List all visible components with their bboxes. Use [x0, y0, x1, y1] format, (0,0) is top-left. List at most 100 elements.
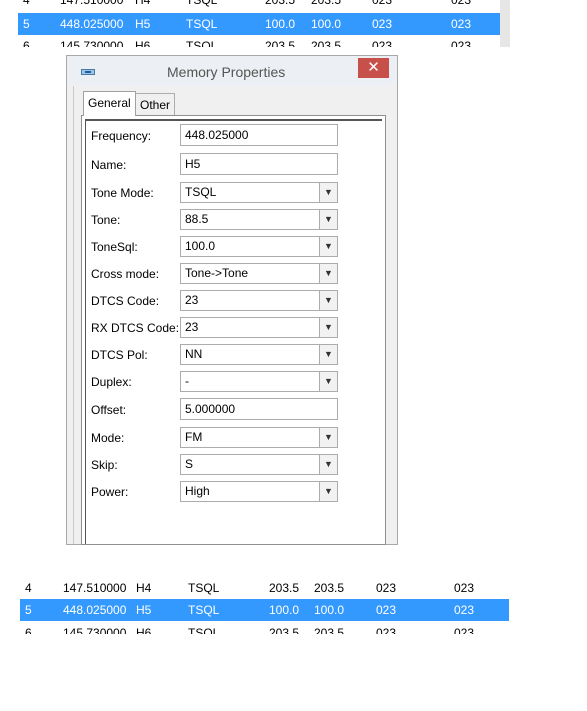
dialog-title: Memory Properties [167, 64, 286, 80]
frequency-cell: 145.730000 [60, 39, 124, 47]
tone-cell: 203.5 [269, 626, 300, 634]
tone-mode-cell: TSQL [186, 39, 218, 47]
dtcs-cell: 023 [376, 581, 397, 595]
dtcs-code-value: 23 [185, 293, 199, 307]
dtcs-code-select[interactable]: 23 ▼ [180, 290, 338, 311]
tonesql-label: ToneSql: [91, 240, 138, 254]
row-number: 6 [25, 626, 32, 634]
memory-properties-dialog: Memory Properties ✕ General Other Freque… [66, 55, 398, 545]
tone-mode-cell: TSQL [188, 581, 220, 595]
tone-mode-cell: TSQL [188, 603, 220, 617]
duplex-label: Duplex: [91, 375, 132, 389]
tonesql-cell: 100.0 [311, 17, 342, 31]
tab-general-label: General [88, 96, 131, 110]
tone-value: 88.5 [185, 212, 209, 226]
chevron-down-icon[interactable]: ▼ [319, 183, 337, 202]
skip-value: S [185, 457, 194, 471]
dtcs-pol-select[interactable]: NN ▼ [180, 344, 338, 365]
dialog-titlebar[interactable]: Memory Properties ✕ [67, 56, 397, 86]
rx-dtcs-code-value: 23 [185, 320, 199, 334]
frequency-cell: 145.730000 [63, 626, 127, 634]
panel-divider [85, 119, 86, 544]
power-select[interactable]: High ▼ [180, 481, 338, 502]
mode-select[interactable]: FM ▼ [180, 427, 338, 448]
tab-other-label: Other [140, 98, 171, 112]
frequency-cell: 147.510000 [63, 581, 127, 595]
name-field[interactable]: H5 [180, 153, 338, 175]
rx-dtcs-code-label: RX DTCS Code: [91, 321, 180, 335]
frequency-field[interactable]: 448.025000 [180, 124, 338, 146]
tab-other[interactable]: Other [135, 93, 176, 115]
table-row[interactable]: 4 147.510000 H4 TSQL 203.5 203.5 023 023 [18, 0, 510, 11]
chevron-down-icon[interactable]: ▼ [319, 455, 337, 474]
close-button[interactable]: ✕ [358, 58, 389, 78]
row-number: 4 [23, 0, 30, 7]
app-icon [81, 69, 95, 75]
tone-cell: 203.5 [265, 39, 296, 47]
tone-cell: 203.5 [265, 0, 296, 7]
cross-mode-value: Tone->Tone [185, 266, 249, 280]
tonesql-select[interactable]: 100.0 ▼ [180, 236, 338, 257]
chevron-down-icon[interactable]: ▼ [319, 318, 337, 337]
tonesql-cell: 203.5 [314, 626, 345, 634]
dtcs-cell: 023 [376, 626, 397, 634]
table-row-selected[interactable]: 5 448.025000 H5 TSQL 100.0 100.0 023 023 [18, 13, 510, 35]
chevron-down-icon[interactable]: ▼ [319, 264, 337, 283]
offset-label: Offset: [91, 403, 127, 417]
chevron-down-icon[interactable]: ▼ [319, 428, 337, 447]
table-row[interactable]: 4 147.510000 H4 TSQL 203.5 203.5 023 023 [20, 578, 509, 599]
dialog-divider [73, 86, 74, 544]
panel-divider [85, 119, 382, 121]
frequency-cell: 147.510000 [60, 0, 124, 7]
row-number: 6 [23, 39, 30, 47]
name-cell: H5 [135, 17, 151, 31]
table-row-selected[interactable]: 5 448.025000 H5 TSQL 100.0 100.0 023 023 [20, 599, 509, 621]
tone-cell: 203.5 [269, 581, 300, 595]
chevron-down-icon[interactable]: ▼ [319, 291, 337, 310]
name-cell: H4 [136, 581, 152, 595]
tonesql-cell: 100.0 [314, 603, 345, 617]
dtcs-pol-label: DTCS Pol: [91, 348, 148, 362]
dtcs-cell: 023 [376, 603, 397, 617]
tone-label: Tone: [91, 213, 121, 227]
tone-mode-cell: TSQL [186, 0, 218, 7]
table-row[interactable]: 6 145.730000 H6 TSQL 203.5 203.5 023 023 [18, 35, 510, 47]
mode-label: Mode: [91, 431, 125, 445]
power-label: Power: [91, 485, 129, 499]
table-row[interactable]: 6 145.730000 H6 TSQL 203.5 203.5 023 023 [20, 622, 509, 634]
cross-mode-select[interactable]: Tone->Tone ▼ [180, 263, 338, 284]
chevron-down-icon[interactable]: ▼ [319, 372, 337, 391]
tone-mode-select[interactable]: TSQL ▼ [180, 182, 338, 203]
tonesql-cell: 203.5 [314, 581, 345, 595]
tone-mode-cell: TSQL [186, 17, 218, 31]
dtcs-cell: 023 [372, 0, 393, 7]
chevron-down-icon[interactable]: ▼ [319, 237, 337, 256]
offset-field[interactable]: 5.000000 [180, 398, 338, 420]
rx-dtcs-cell: 023 [451, 0, 472, 7]
dtcs-cell: 023 [372, 39, 393, 47]
name-cell: H4 [135, 0, 151, 7]
memory-grid-top: 4 147.510000 H4 TSQL 203.5 203.5 023 023… [18, 0, 510, 47]
tone-select[interactable]: 88.5 ▼ [180, 209, 338, 230]
chevron-down-icon[interactable]: ▼ [319, 345, 337, 364]
mode-value: FM [185, 430, 203, 444]
skip-select[interactable]: S ▼ [180, 454, 338, 475]
dtcs-code-label: DTCS Code: [91, 294, 160, 308]
scrollbar-edge[interactable] [500, 0, 510, 47]
skip-label: Skip: [91, 458, 118, 472]
tone-mode-value: TSQL [185, 185, 217, 199]
dtcs-pol-value: NN [185, 347, 203, 361]
rx-dtcs-cell: 023 [454, 626, 475, 634]
chevron-down-icon[interactable]: ▼ [319, 482, 337, 501]
tonesql-cell: 203.5 [311, 39, 342, 47]
dtcs-cell: 023 [372, 17, 393, 31]
rx-dtcs-cell: 023 [454, 581, 475, 595]
duplex-select[interactable]: - ▼ [180, 371, 338, 392]
rx-dtcs-cell: 023 [454, 603, 475, 617]
tab-general[interactable]: General [83, 91, 136, 116]
chevron-down-icon[interactable]: ▼ [319, 210, 337, 229]
name-cell: H6 [136, 626, 152, 634]
name-cell: H5 [136, 603, 152, 617]
rx-dtcs-cell: 023 [451, 39, 472, 47]
rx-dtcs-code-select[interactable]: 23 ▼ [180, 317, 338, 338]
